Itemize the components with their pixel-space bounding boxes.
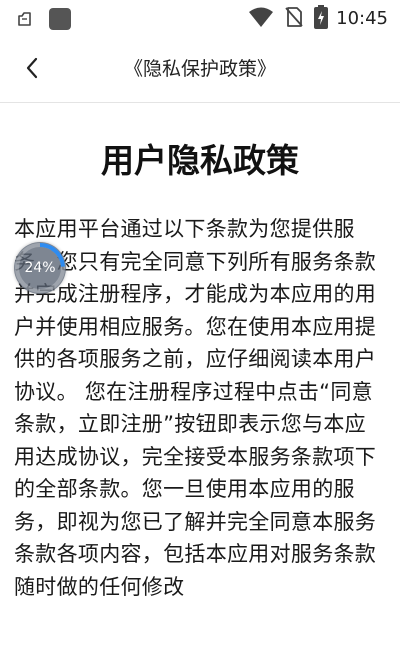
reading-progress-bubble[interactable]: 24% [14, 242, 66, 294]
status-bar-right: 10:45 [248, 5, 388, 33]
app-header: 《隐私保护政策》 [0, 36, 400, 103]
progress-label: 24% [24, 260, 56, 276]
notification-icon [16, 10, 34, 32]
status-bar-left [16, 7, 72, 35]
no-sim-icon [284, 6, 304, 32]
wifi-icon [248, 6, 274, 32]
document-title: 用户隐私政策 [101, 141, 299, 180]
page-title: 《隐私保护政策》 [123, 58, 276, 80]
status-time: 10:45 [336, 8, 388, 29]
app-square-icon [48, 7, 72, 35]
battery-charging-icon [314, 5, 329, 33]
document-body: 本应用平台通过以下条款为您提供服务。您只有完全同意下列所有服务条款并完成注册程序… [14, 217, 377, 599]
chevron-left-icon [25, 57, 39, 83]
status-bar: 10:45 [0, 0, 400, 36]
document-content[interactable]: 用户隐私政策 本应用平台通过以下条款为您提供服务。您只有完全同意下列所有服务条款… [0, 103, 400, 660]
back-button[interactable] [16, 54, 48, 86]
